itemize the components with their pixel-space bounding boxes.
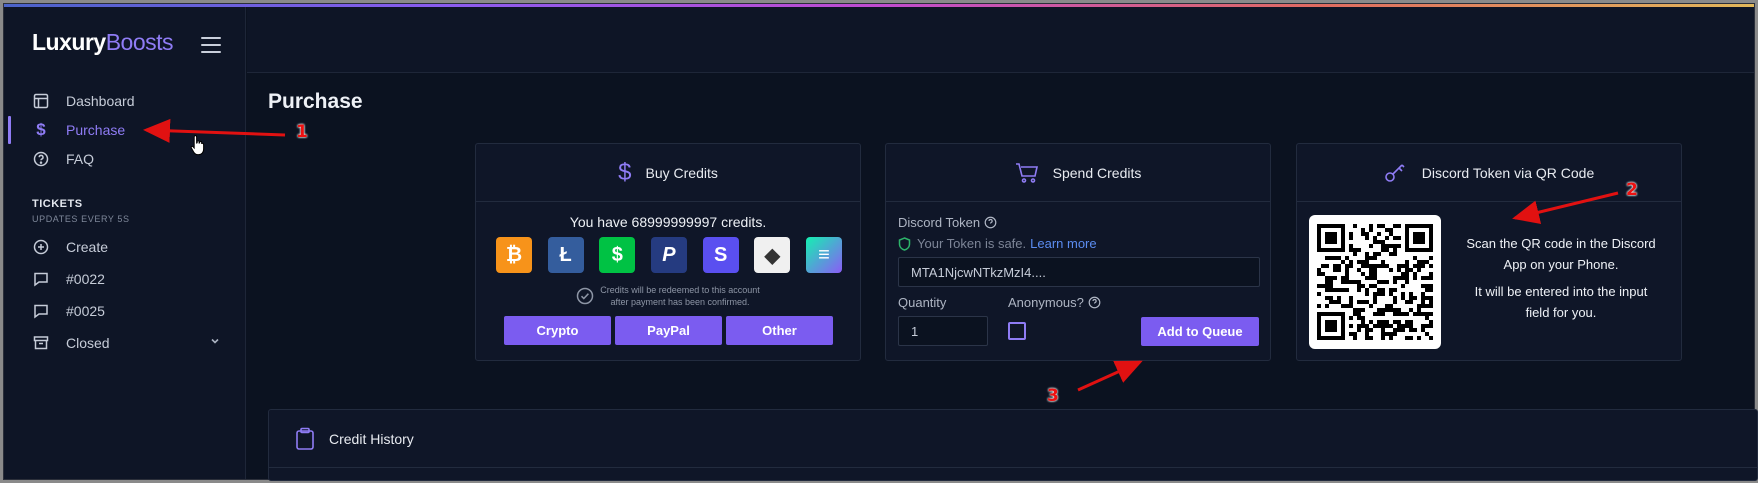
sidebar-item-purchase[interactable]: $ Purchase	[4, 116, 245, 144]
annotation-label-2: 2	[1626, 180, 1638, 200]
dollar-icon: $	[618, 158, 632, 186]
card-title: Buy Credits	[645, 164, 718, 181]
buy-credits-card: $ Buy Credits You have 68999999997 credi…	[475, 143, 861, 361]
check-circle-icon	[576, 287, 594, 305]
qr-instructions-2: It will be entered into the input field …	[1455, 281, 1667, 323]
sidebar-item-label: Purchase	[66, 122, 126, 138]
tickets-heading: TICKETS	[32, 198, 83, 210]
spend-credits-card: Spend Credits Discord Token Your Token i…	[885, 143, 1271, 361]
key-icon	[1384, 162, 1408, 184]
card-header: $ Buy Credits	[476, 144, 860, 202]
chevron-down-icon[interactable]	[209, 334, 221, 352]
anonymous-label-text: Anonymous?	[1008, 295, 1084, 310]
redeem-note: Credits will be redeemed to this account…	[476, 284, 860, 308]
card-title: Spend Credits	[1052, 164, 1142, 181]
cart-icon	[1015, 162, 1039, 184]
layout-icon	[32, 92, 50, 110]
sidebar-item-ticket-0022[interactable]: #0022	[4, 265, 245, 293]
tickets-subheading: UPDATES EVERY 5S	[32, 214, 130, 224]
hand-cursor-icon	[190, 134, 206, 161]
qr-line-4: field for you.	[1525, 305, 1597, 320]
sidebar-item-label: Closed	[66, 335, 110, 351]
crypto-button[interactable]: Crypto	[504, 316, 611, 345]
qr-line-1: Scan the QR code in the Discord	[1466, 236, 1656, 251]
note-line-1: Credits will be redeemed to this account	[600, 285, 760, 295]
archive-icon	[32, 334, 50, 352]
qr-code-card: Discord Token via QR Code Scan the QR co…	[1296, 143, 1682, 361]
shield-icon	[898, 236, 911, 251]
dollar-icon: $	[36, 120, 46, 139]
qr-code-image	[1309, 215, 1441, 349]
payment-methods: ₿ Ł $ P S ◆ ≡	[496, 237, 842, 273]
discord-token-label: Discord Token	[898, 215, 997, 232]
solana-icon[interactable]: ≡	[805, 237, 842, 273]
page-title: Purchase	[268, 90, 363, 113]
anonymous-label: Anonymous?	[1008, 295, 1101, 312]
card-title: Discord Token via QR Code	[1421, 164, 1595, 181]
quantity-input[interactable]: 1	[898, 316, 988, 346]
sidebar-item-create[interactable]: Create	[4, 233, 245, 261]
qr-line-3: It will be entered into the input	[1474, 284, 1648, 299]
other-button[interactable]: Other	[726, 316, 833, 345]
menu-icon[interactable]	[201, 37, 221, 53]
discord-token-label-text: Discord Token	[898, 215, 981, 230]
note-line-2: after payment has been confirmed.	[610, 297, 750, 307]
logo[interactable]: LuxuryBoosts	[32, 29, 174, 56]
card-header: Credit History	[269, 410, 1757, 468]
help-circle-icon[interactable]	[1088, 296, 1101, 312]
clipboard-icon	[295, 427, 315, 451]
plus-circle-icon	[32, 238, 50, 256]
litecoin-icon[interactable]: Ł	[547, 237, 584, 273]
annotation-label-1: 1	[296, 122, 308, 142]
credit-history-card: Credit History	[268, 409, 1758, 481]
sidebar: LuxuryBoosts Dashboard $ Purchase FAQ TI…	[4, 7, 246, 479]
help-circle-icon	[32, 150, 50, 168]
learn-more-link[interactable]: Learn more	[1030, 236, 1096, 251]
sidebar-item-dashboard[interactable]: Dashboard	[4, 87, 245, 115]
paypal-button[interactable]: PayPal	[615, 316, 722, 345]
anonymous-checkbox[interactable]	[1008, 322, 1026, 340]
add-to-queue-button[interactable]: Add to Queue	[1141, 317, 1259, 346]
qr-instructions: Scan the QR code in the Discord App on y…	[1455, 233, 1667, 275]
sidebar-item-label: Create	[66, 239, 109, 255]
help-circle-icon[interactable]	[984, 216, 997, 232]
card-title: Credit History	[329, 430, 414, 447]
sidebar-item-ticket-0025[interactable]: #0025	[4, 297, 245, 325]
card-header: Spend Credits	[886, 144, 1270, 202]
logo-main-text: Luxury	[32, 29, 106, 55]
top-bar	[247, 7, 1754, 73]
paypal-icon[interactable]: P	[650, 237, 687, 273]
cashapp-icon[interactable]: $	[599, 237, 636, 273]
message-icon	[32, 302, 50, 320]
credits-balance: You have 68999999997 credits.	[569, 214, 767, 230]
sidebar-item-label: FAQ	[66, 151, 95, 167]
quantity-label: Quantity	[898, 295, 947, 310]
sidebar-item-label: #0025	[66, 303, 105, 319]
qr-line-2: App on your Phone.	[1503, 257, 1619, 272]
sidebar-item-label: Dashboard	[66, 93, 135, 109]
sellix-icon[interactable]: S	[702, 237, 739, 273]
token-safe-note: Your Token is safe. Learn more	[898, 236, 1097, 251]
card-header: Discord Token via QR Code	[1297, 144, 1681, 202]
safe-text: Your Token is safe.	[917, 236, 1027, 251]
sidebar-item-label: #0022	[66, 271, 105, 287]
message-icon	[32, 270, 50, 288]
logo-accent-text: Boosts	[105, 29, 174, 55]
bitcoin-icon[interactable]: ₿	[496, 237, 532, 273]
ethereum-icon[interactable]: ◆	[754, 237, 791, 273]
sidebar-item-faq[interactable]: FAQ	[4, 145, 245, 173]
annotation-label-3: 3	[1047, 386, 1059, 406]
discord-token-input[interactable]: MTA1NjcwNTkzMzI4....	[898, 257, 1260, 287]
